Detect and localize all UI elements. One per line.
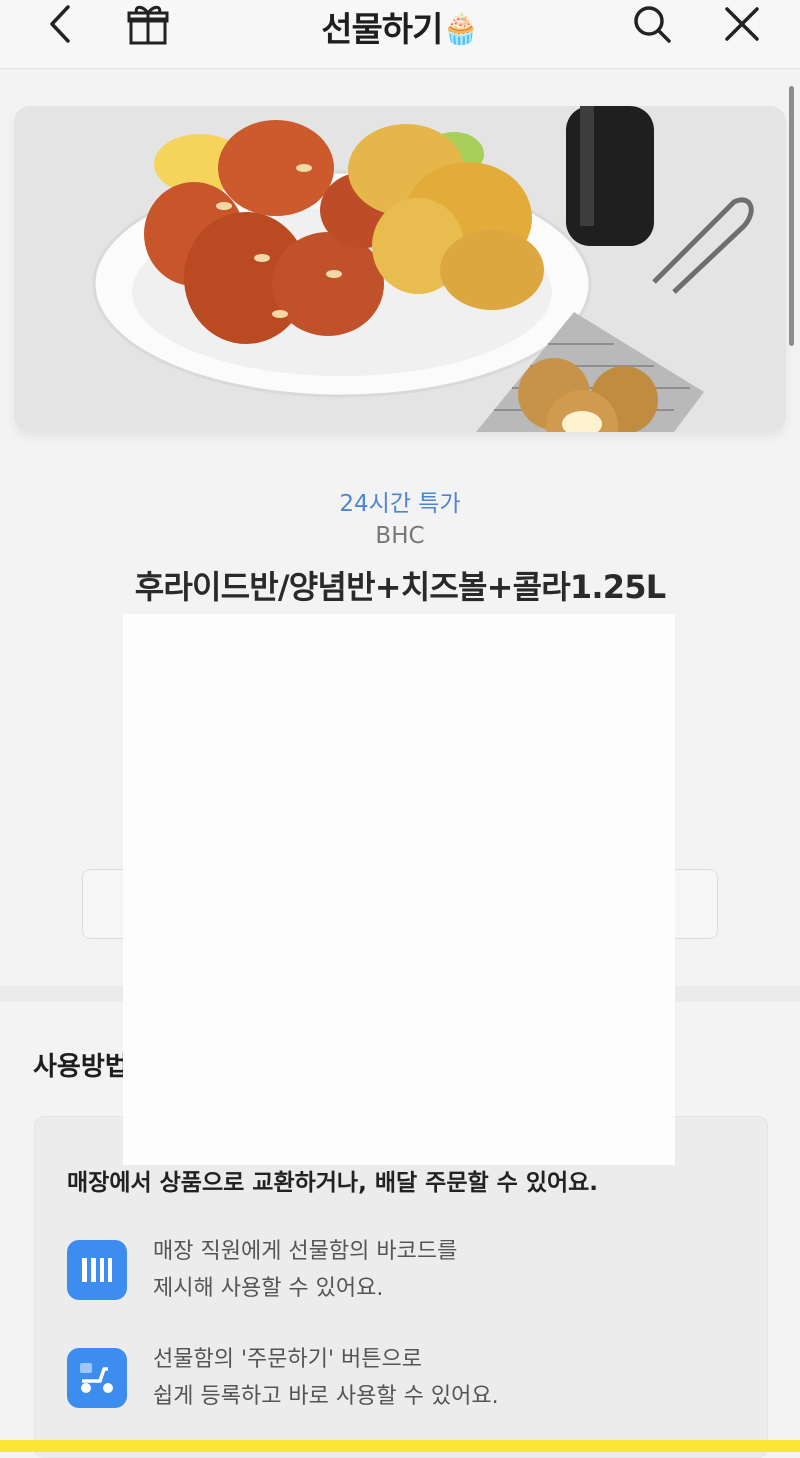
- usage-section-title: 사용방법: [33, 1052, 129, 1082]
- cupcake-emoji: 🧁: [442, 12, 479, 47]
- bottom-action-bar[interactable]: [0, 1440, 800, 1452]
- page-title: 선물하기🧁: [0, 2, 800, 51]
- product-name: 후라이드반/양념반+치즈볼+콜라1.25L: [134, 568, 666, 606]
- search-icon[interactable]: [630, 0, 674, 48]
- delivery-scooter-icon: [67, 1348, 127, 1408]
- usage-item-text: 제시해 사용할 수 있어요.: [153, 1276, 384, 1301]
- usage-item-delivery: 선물함의 '주문하기' 버튼으로 쉽게 등록하고 바로 사용할 수 있어요.: [67, 1341, 499, 1415]
- close-icon[interactable]: [722, 0, 762, 48]
- top-app-bar: 선물하기🧁: [0, 0, 800, 69]
- product-image: [14, 106, 786, 432]
- usage-item-text: 매장 직원에게 선물함의 바코드를: [153, 1239, 458, 1264]
- barcode-icon: [67, 1240, 127, 1300]
- sale-badge: 24시간 특가: [339, 491, 461, 517]
- usage-headline: 매장에서 상품으로 교환하거나, 배달 주문할 수 있어요.: [67, 1170, 599, 1196]
- page-title-text: 선물하기: [321, 10, 443, 50]
- brand-name: BHC: [375, 523, 425, 549]
- usage-item-text: 선물함의 '주문하기' 버튼으로: [153, 1347, 422, 1372]
- blank-overlay-panel: [123, 614, 675, 1165]
- usage-item-text: 쉽게 등록하고 바로 사용할 수 있어요.: [153, 1384, 499, 1409]
- usage-card: 매장에서 상품으로 교환하거나, 배달 주문할 수 있어요. 매장 직원에게 선…: [34, 1116, 768, 1458]
- scrollbar[interactable]: [789, 86, 794, 346]
- cola-bottle: [566, 106, 654, 246]
- usage-item-barcode: 매장 직원에게 선물함의 바코드를 제시해 사용할 수 있어요.: [67, 1233, 457, 1307]
